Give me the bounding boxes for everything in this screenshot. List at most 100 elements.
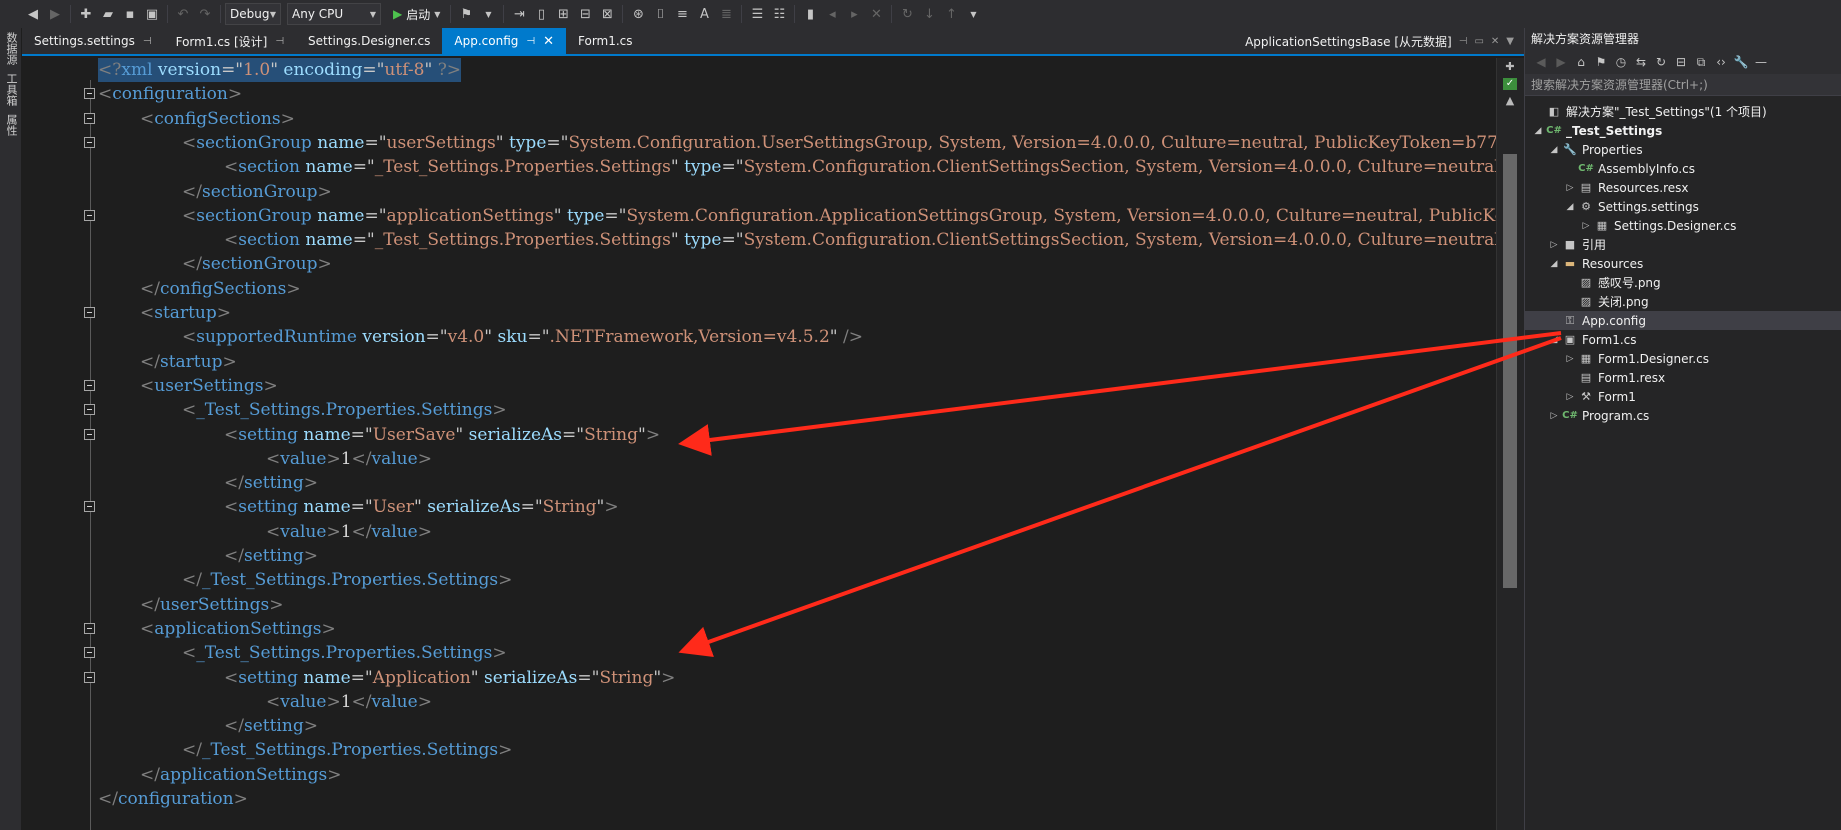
solution-search-input[interactable]: 搜索解决方案资源管理器(Ctrl+;)	[1525, 74, 1841, 96]
pin-icon[interactable]: ⊣	[1459, 36, 1468, 47]
code-line[interactable]: </configSections>	[50, 277, 1496, 301]
back-icon[interactable]: ◀	[1531, 55, 1551, 69]
code-line[interactable]: </userSettings>	[50, 593, 1496, 617]
code-line[interactable]: <configSections>	[50, 107, 1496, 131]
solution-configuration-select[interactable]: Debug ▼	[225, 3, 281, 25]
step-over-icon[interactable]: ↻	[896, 3, 918, 25]
code-line[interactable]: <startup>	[50, 301, 1496, 325]
tree-item[interactable]: ▷ C# Program.cs	[1525, 406, 1841, 425]
tree-item[interactable]: ◢ ▣ Form1.cs	[1525, 330, 1841, 349]
tree-item[interactable]: ▷ ▦ Settings.Designer.cs	[1525, 216, 1841, 235]
properties-tab[interactable]: 属性	[0, 110, 22, 140]
expand-arrow-icon[interactable]: ◢	[1547, 259, 1561, 269]
code-line[interactable]: </startup>	[50, 350, 1496, 374]
collapse-toggle-icon[interactable]	[84, 209, 95, 221]
solution-platform-select[interactable]: Any CPU ▼	[287, 3, 381, 25]
collapse-toggle-icon[interactable]	[84, 404, 95, 416]
sync-icon[interactable]: ⇆	[1631, 55, 1651, 69]
show-all-files-icon[interactable]: ⧉	[1691, 55, 1711, 70]
code-line[interactable]: <sectionGroup name="applicationSettings"…	[50, 204, 1496, 228]
save-all-icon[interactable]: ▣	[141, 3, 163, 25]
tree-item[interactable]: ⚿ App.config	[1525, 311, 1841, 330]
expand-arrow-icon[interactable]: ◢	[1547, 145, 1561, 155]
tree-item[interactable]: ◧ 解决方案"_Test_Settings"(1 个项目)	[1525, 102, 1841, 121]
tree-item[interactable]: ▨ 感叹号.png	[1525, 273, 1841, 292]
scrollbar-thumb[interactable]	[1503, 154, 1517, 588]
tab-settings-designer[interactable]: Settings.Designer.cs	[296, 28, 442, 54]
collapse-toggle-icon[interactable]	[84, 307, 95, 318]
chevron-down-icon[interactable]: ▼	[1506, 36, 1514, 47]
class-view-icon[interactable]: ⊞	[552, 3, 574, 25]
open-folder-icon[interactable]: ▰	[97, 3, 119, 25]
bookmark-icon[interactable]: ▮	[799, 3, 821, 25]
tab-form1-design[interactable]: Form1.cs [设计] ⊣	[164, 28, 296, 54]
expand-arrow-icon[interactable]: ◢	[1531, 126, 1545, 136]
code-line[interactable]: <supportedRuntime version="v4.0" sku=".N…	[50, 325, 1496, 349]
code-line[interactable]: </_Test_Settings.Properties.Settings>	[50, 568, 1496, 592]
step-out-icon[interactable]: ↑	[940, 3, 962, 25]
tree-item[interactable]: ◢ ▬ Resources	[1525, 254, 1841, 273]
forward-icon[interactable]: ▶	[44, 3, 66, 25]
hierarchy-icon[interactable]: ⊟	[574, 3, 596, 25]
navigate-icon[interactable]: ⇥	[508, 3, 530, 25]
code-line[interactable]: </sectionGroup>	[50, 180, 1496, 204]
code-line[interactable]: </_Test_Settings.Properties.Settings>	[50, 738, 1496, 762]
code-line[interactable]: <section name="_Test_Settings.Properties…	[50, 155, 1496, 179]
properties-wrench-icon[interactable]: 🔧	[1731, 55, 1751, 69]
expand-arrow-icon[interactable]: ▷	[1547, 240, 1561, 250]
collapse-toggle-icon[interactable]	[84, 112, 95, 124]
undo-icon[interactable]: ↶	[172, 3, 194, 25]
comment-out-icon[interactable]: ☰	[746, 3, 768, 25]
code-line[interactable]: <section name="_Test_Settings.Properties…	[50, 228, 1496, 252]
code-line[interactable]: <_Test_Settings.Properties.Settings>	[50, 398, 1496, 422]
collapse-toggle-icon[interactable]	[84, 136, 95, 148]
code-line[interactable]: <sectionGroup name="userSettings" type="…	[50, 131, 1496, 155]
toolbar-options-icon[interactable]: ▼	[962, 3, 984, 25]
collapse-toggle-icon[interactable]	[84, 379, 95, 391]
tree-item[interactable]: ▤ Form1.resx	[1525, 368, 1841, 387]
expand-arrow-icon[interactable]: ▷	[1547, 411, 1561, 421]
tab-app-config[interactable]: App.config ⊣ ✕	[442, 28, 566, 54]
collapse-toggle-icon[interactable]	[84, 428, 95, 440]
tree-item[interactable]: ▷ ▦ Form1.Designer.cs	[1525, 349, 1841, 368]
refresh-icon[interactable]: ↻	[1651, 55, 1671, 69]
scroll-up-icon[interactable]: ▲	[1503, 94, 1517, 108]
minus-icon[interactable]: —	[1751, 55, 1771, 69]
data-sources-tab[interactable]: 数据源	[0, 28, 22, 69]
tree-item[interactable]: ▷ ▤ Resources.resx	[1525, 178, 1841, 197]
prev-bookmark-icon[interactable]: ◂	[821, 3, 843, 25]
next-bookmark-icon[interactable]: ▸	[843, 3, 865, 25]
tab-settings-settings[interactable]: Settings.settings ⊣	[22, 28, 164, 54]
back-icon[interactable]: ◀	[22, 3, 44, 25]
document-outline-icon[interactable]: ▯	[530, 3, 552, 25]
pending-changes-icon[interactable]: ◷	[1611, 55, 1631, 69]
split-icon[interactable]: ⊠	[596, 3, 618, 25]
home-icon[interactable]: ⌂	[1571, 55, 1591, 69]
collapse-toggle-icon[interactable]	[84, 622, 95, 634]
tab-form1-cs[interactable]: Form1.cs	[566, 28, 645, 54]
tree-item[interactable]: ▷ ■ 引用	[1525, 235, 1841, 254]
code-area[interactable]: <?xml version="1.0" encoding="utf-8" ?> <…	[50, 58, 1496, 830]
tree-item[interactable]: ◢ ⚙ Settings.settings	[1525, 197, 1841, 216]
step-into-icon[interactable]: ↓	[918, 3, 940, 25]
code-line[interactable]: <value>1</value>	[50, 690, 1496, 714]
collapse-toggle-icon[interactable]	[84, 501, 95, 513]
tree-item[interactable]: C# AssemblyInfo.cs	[1525, 159, 1841, 178]
toolbox-tab[interactable]: 工具箱	[0, 69, 22, 110]
code-line[interactable]: </setting>	[50, 544, 1496, 568]
uncomment-icon[interactable]: ☷	[768, 3, 790, 25]
code-line[interactable]: </configuration>	[50, 787, 1496, 811]
collapse-toggle-icon[interactable]	[84, 671, 95, 683]
code-line[interactable]: </setting>	[50, 714, 1496, 738]
code-line[interactable]: <setting name="Application" serializeAs=…	[50, 666, 1496, 690]
pin-icon[interactable]: ⊣	[275, 36, 284, 47]
redo-icon[interactable]: ↷	[194, 3, 216, 25]
editor-vertical-scrollbar[interactable]: ✚ ✓ ▲	[1496, 58, 1524, 830]
collapse-all-icon[interactable]: ⊟	[1671, 55, 1691, 69]
code-map-icon[interactable]: ⊛	[627, 3, 649, 25]
keep-open-icon[interactable]: ▭	[1474, 36, 1483, 47]
pin-icon[interactable]: ⊣	[143, 36, 152, 47]
scope-icon[interactable]: ⚑	[1591, 55, 1611, 69]
code-line[interactable]: <value>1</value>	[50, 520, 1496, 544]
code-line[interactable]: <setting name="UserSave" serializeAs="St…	[50, 423, 1496, 447]
